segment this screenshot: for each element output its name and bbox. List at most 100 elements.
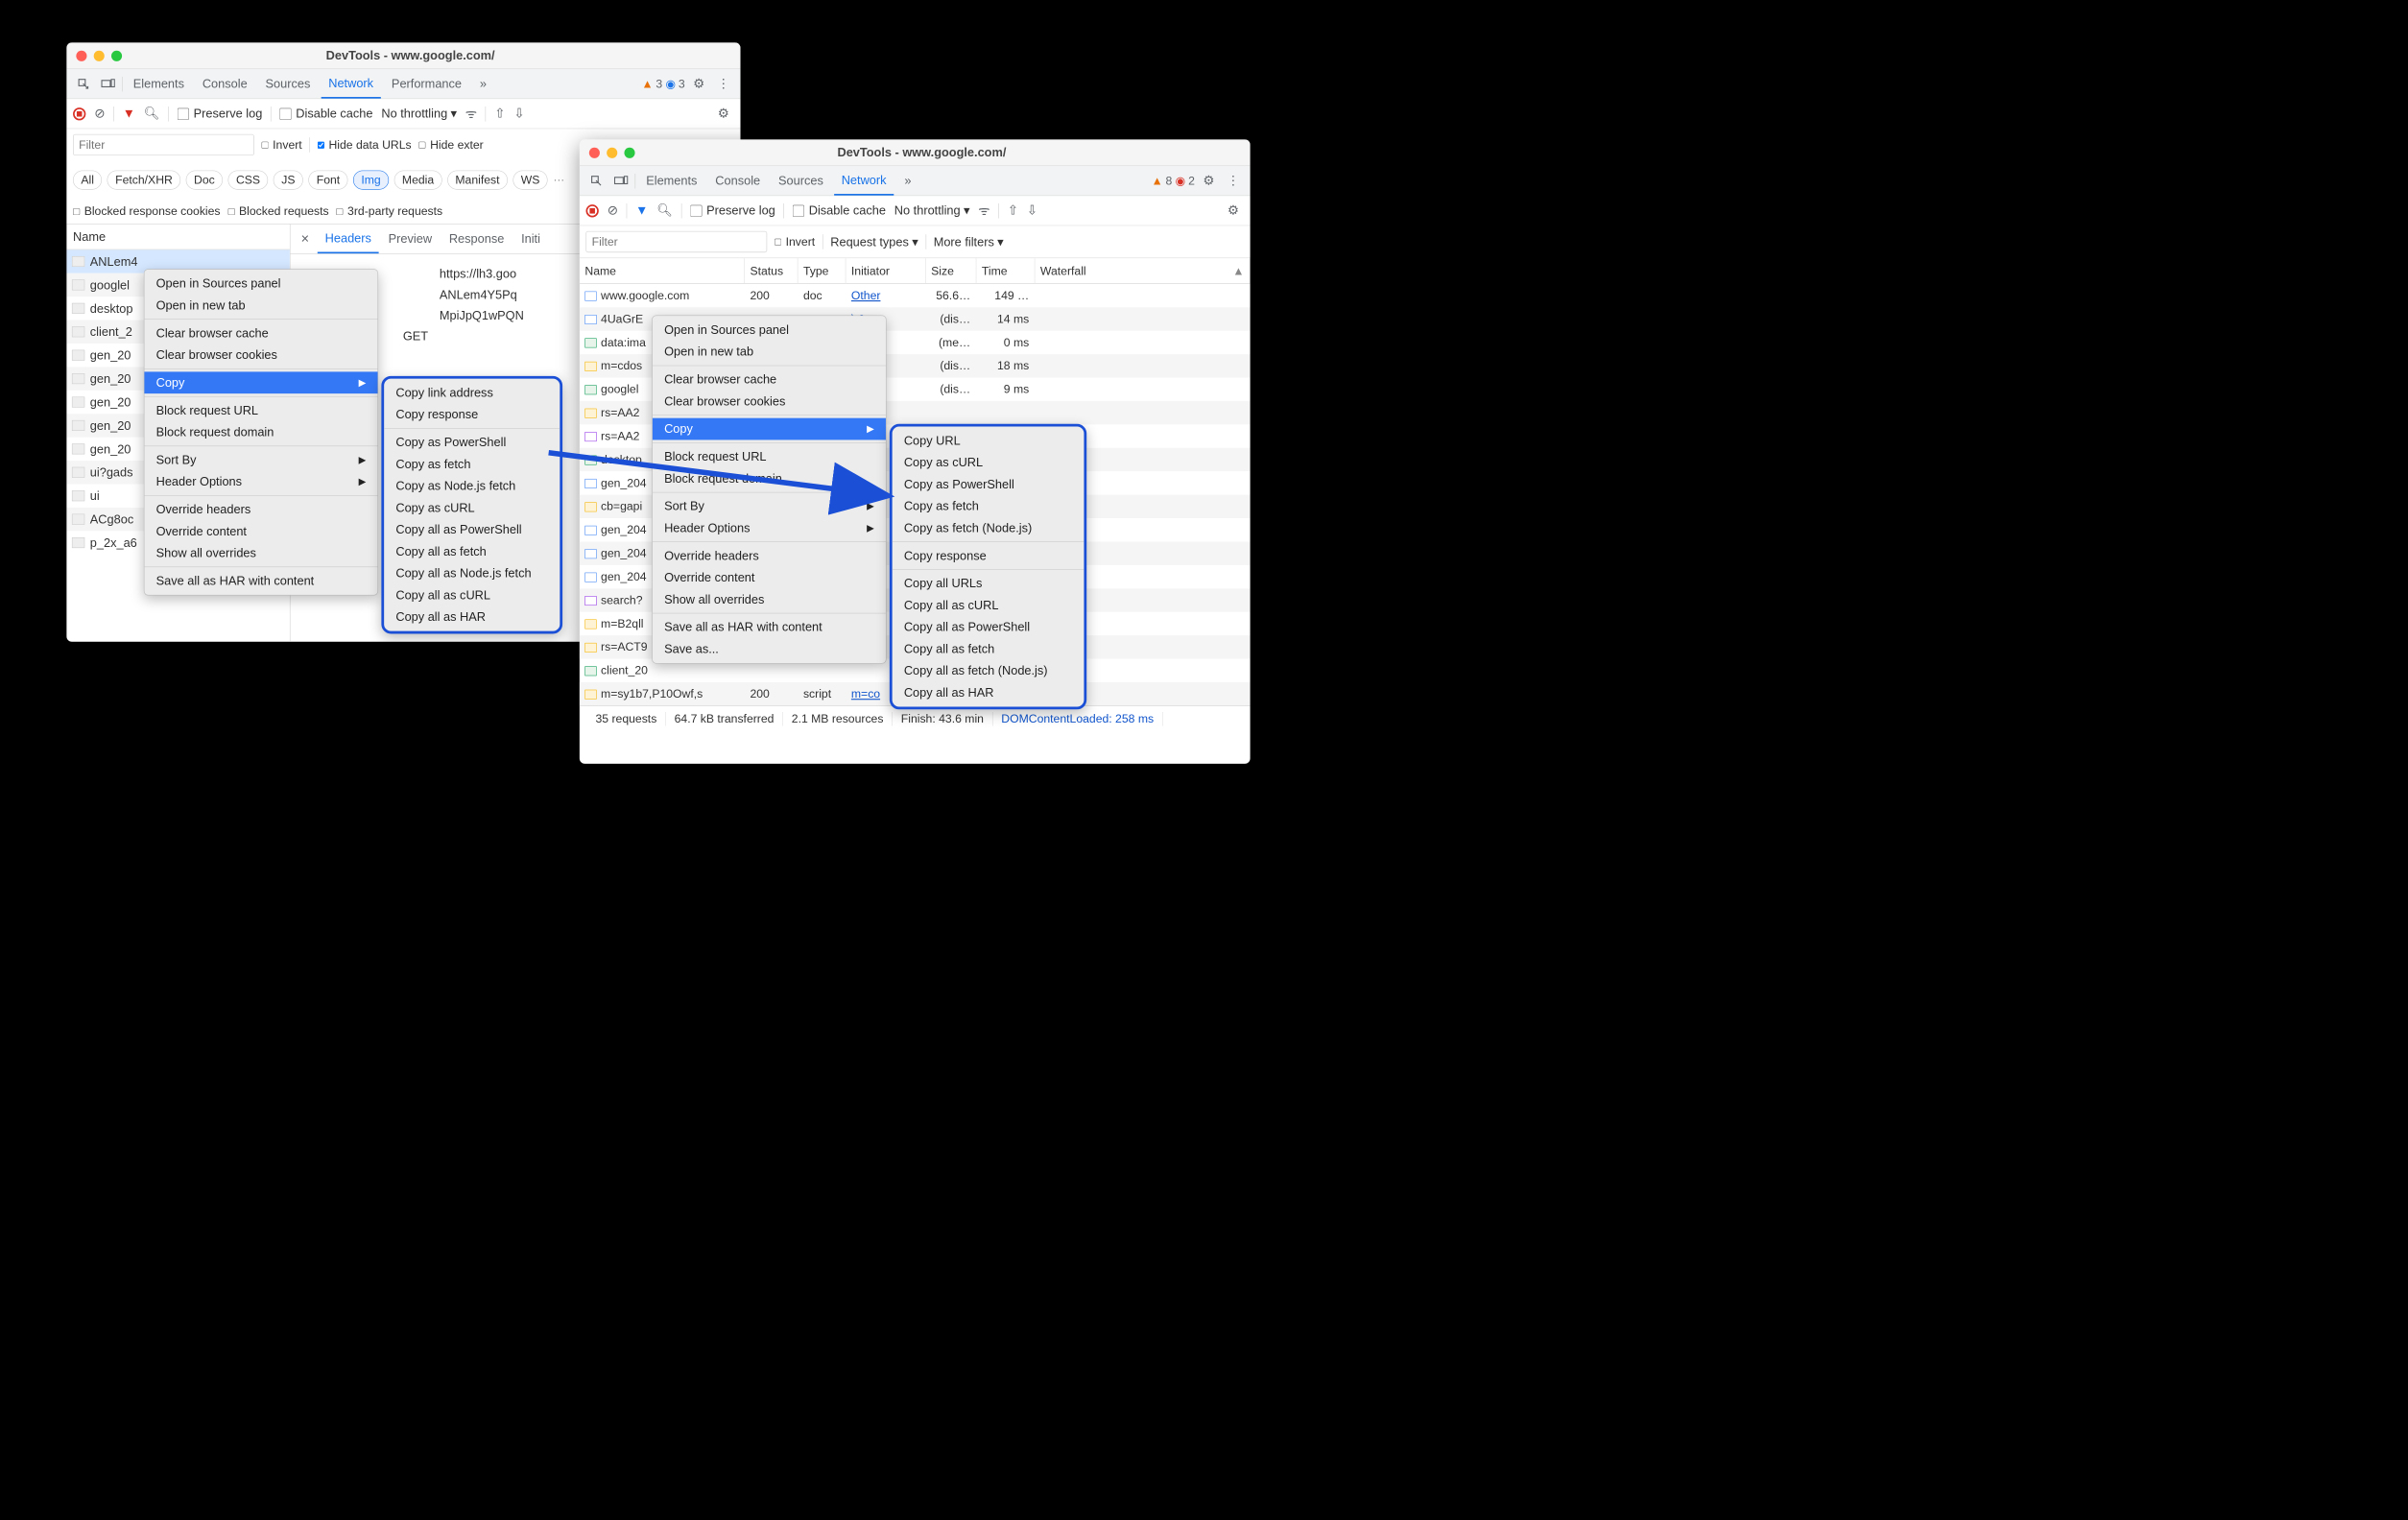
wifi-icon[interactable]: ᯤ — [465, 105, 477, 122]
copy-submenu-left[interactable]: Copy link addressCopy responseCopy as Po… — [381, 376, 562, 634]
tab-elements[interactable]: Elements — [638, 166, 704, 196]
filter-pill-img[interactable]: Img — [353, 171, 389, 190]
menu-item-header-options[interactable]: Header Options▶ — [653, 517, 886, 539]
subtab-response[interactable]: Response — [441, 225, 512, 254]
tab-more[interactable]: » — [472, 69, 494, 99]
gear-icon[interactable]: ⚙ — [688, 76, 709, 91]
menu-item-copy-all-as-har[interactable]: Copy all as HAR — [384, 606, 560, 629]
blocked-requests-checkbox[interactable]: Blocked requests — [227, 204, 328, 218]
search-icon[interactable]: 🔍︎ — [656, 202, 673, 218]
clear-icon[interactable]: ⊘ — [94, 106, 105, 121]
filter-pill-css[interactable]: CSS — [228, 171, 269, 190]
menu-item-clear-browser-cache[interactable]: Clear browser cache — [144, 322, 377, 344]
kebab-icon[interactable]: ⋮ — [713, 76, 734, 91]
menu-item-open-in-new-tab[interactable]: Open in new tab — [653, 341, 886, 363]
menu-item-copy-all-as-har[interactable]: Copy all as HAR — [893, 681, 1085, 703]
subtab-headers[interactable]: Headers — [318, 225, 379, 254]
inspect-icon[interactable] — [73, 73, 94, 94]
upload-icon[interactable]: ⇧ — [494, 106, 505, 121]
menu-item-copy-response[interactable]: Copy response — [893, 545, 1085, 567]
menu-item-override-headers[interactable]: Override headers — [144, 498, 377, 520]
download-icon[interactable]: ⇩ — [1027, 202, 1037, 218]
tab-sources[interactable]: Sources — [258, 69, 318, 99]
col-time[interactable]: Time — [976, 258, 1035, 283]
menu-item-copy-as-powershell[interactable]: Copy as PowerShell — [384, 432, 560, 454]
menu-item-copy-as-fetch[interactable]: Copy as fetch — [384, 453, 560, 475]
menu-item-copy-as-curl[interactable]: Copy as cURL — [893, 452, 1085, 474]
menu-item-open-in-sources-panel[interactable]: Open in Sources panel — [653, 319, 886, 341]
close-light[interactable] — [589, 147, 600, 157]
menu-item-override-content[interactable]: Override content — [144, 520, 377, 542]
tab-more[interactable]: » — [897, 166, 919, 196]
hide-extensions-checkbox[interactable]: Hide exter — [418, 138, 483, 152]
name-column-header[interactable]: Name — [66, 225, 290, 250]
menu-item-override-content[interactable]: Override content — [653, 567, 886, 589]
errors-badge[interactable]: ◉2 — [1176, 174, 1195, 187]
throttling-dropdown[interactable]: No throttling ▾ — [894, 203, 970, 218]
inspect-icon[interactable] — [586, 170, 608, 191]
tab-performance[interactable]: Performance — [384, 69, 469, 99]
menu-item-copy-link-address[interactable]: Copy link address — [384, 382, 560, 404]
warnings-badge[interactable]: ▲3 — [642, 77, 663, 90]
kebab-icon[interactable]: ⋮ — [1223, 173, 1244, 188]
menu-item-save-as---[interactable]: Save as... — [653, 638, 886, 660]
menu-item-header-options[interactable]: Header Options▶ — [144, 471, 377, 493]
preserve-log-checkbox[interactable]: Preserve log — [690, 203, 775, 218]
menu-item-block-request-domain[interactable]: Block request domain — [144, 421, 377, 443]
filter-pill-doc[interactable]: Doc — [186, 171, 223, 190]
filter-input[interactable] — [586, 231, 768, 252]
tab-network[interactable]: Network — [321, 69, 380, 99]
blocked-cookies-checkbox[interactable]: Blocked response cookies — [73, 204, 221, 218]
gear-icon[interactable]: ⚙ — [1198, 173, 1219, 188]
menu-item-copy[interactable]: Copy▶ — [653, 418, 886, 440]
menu-item-block-request-url[interactable]: Block request URL — [144, 399, 377, 421]
more-filters-dropdown[interactable]: More filters ▾ — [934, 234, 1004, 249]
table-row[interactable]: www.google.com200docOther56.6…149 … — [580, 284, 1251, 307]
menu-item-show-all-overrides[interactable]: Show all overrides — [653, 588, 886, 610]
device-icon[interactable] — [98, 73, 119, 94]
col-size[interactable]: Size — [926, 258, 977, 283]
clear-icon[interactable]: ⊘ — [608, 202, 618, 218]
record-icon[interactable] — [586, 204, 599, 217]
menu-item-sort-by[interactable]: Sort By▶ — [653, 495, 886, 517]
tab-console[interactable]: Console — [708, 166, 768, 196]
menu-item-block-request-url[interactable]: Block request URL — [653, 446, 886, 468]
zoom-light[interactable] — [111, 50, 122, 60]
upload-icon[interactable]: ⇧ — [1008, 202, 1018, 218]
menu-item-copy-all-as-curl[interactable]: Copy all as cURL — [893, 594, 1085, 616]
minimize-light[interactable] — [607, 147, 617, 157]
menu-item-save-all-as-har-with-content[interactable]: Save all as HAR with content — [653, 616, 886, 638]
menu-item-clear-browser-cache[interactable]: Clear browser cache — [653, 368, 886, 391]
menu-item-copy-as-node-js-fetch[interactable]: Copy as Node.js fetch — [384, 475, 560, 497]
filter-icon[interactable]: ▼ — [635, 203, 648, 219]
filter-pill-manifest[interactable]: Manifest — [447, 171, 508, 190]
disable-cache-checkbox[interactable]: Disable cache — [280, 107, 373, 121]
copy-submenu-right[interactable]: Copy URLCopy as cURLCopy as PowerShellCo… — [890, 424, 1086, 709]
filter-pill-font[interactable]: Font — [308, 171, 347, 190]
zoom-light[interactable] — [624, 147, 634, 157]
menu-item-copy[interactable]: Copy▶ — [144, 371, 377, 393]
menu-item-open-in-sources-panel[interactable]: Open in Sources panel — [144, 273, 377, 295]
menu-item-clear-browser-cookies[interactable]: Clear browser cookies — [653, 391, 886, 413]
record-icon[interactable] — [73, 107, 85, 120]
col-type[interactable]: Type — [798, 258, 846, 283]
search-icon[interactable]: 🔍︎ — [144, 106, 160, 121]
preserve-log-checkbox[interactable]: Preserve log — [178, 107, 262, 121]
invert-checkbox[interactable]: Invert — [262, 138, 302, 152]
context-menu-right[interactable]: Open in Sources panelOpen in new tab Clea… — [652, 316, 886, 664]
col-waterfall[interactable]: Waterfall▲ — [1035, 258, 1250, 283]
third-party-checkbox[interactable]: 3rd-party requests — [336, 204, 442, 218]
menu-item-open-in-new-tab[interactable]: Open in new tab — [144, 295, 377, 317]
menu-item-sort-by[interactable]: Sort By▶ — [144, 449, 377, 471]
tab-network[interactable]: Network — [834, 166, 894, 196]
subtab-preview[interactable]: Preview — [381, 225, 440, 254]
menu-item-copy-all-as-fetch--node-js-[interactable]: Copy all as fetch (Node.js) — [893, 660, 1085, 682]
menu-item-copy-all-as-powershell[interactable]: Copy all as PowerShell — [893, 616, 1085, 638]
warnings-badge[interactable]: ▲8 — [1152, 174, 1173, 187]
menu-item-clear-browser-cookies[interactable]: Clear browser cookies — [144, 344, 377, 367]
throttling-dropdown[interactable]: No throttling ▾ — [381, 107, 457, 121]
menu-item-copy-as-fetch[interactable]: Copy as fetch — [893, 495, 1085, 517]
menu-item-copy-as-curl[interactable]: Copy as cURL — [384, 497, 560, 519]
download-icon[interactable]: ⇩ — [513, 106, 524, 121]
panel-gear-icon[interactable]: ⚙ — [713, 106, 734, 121]
